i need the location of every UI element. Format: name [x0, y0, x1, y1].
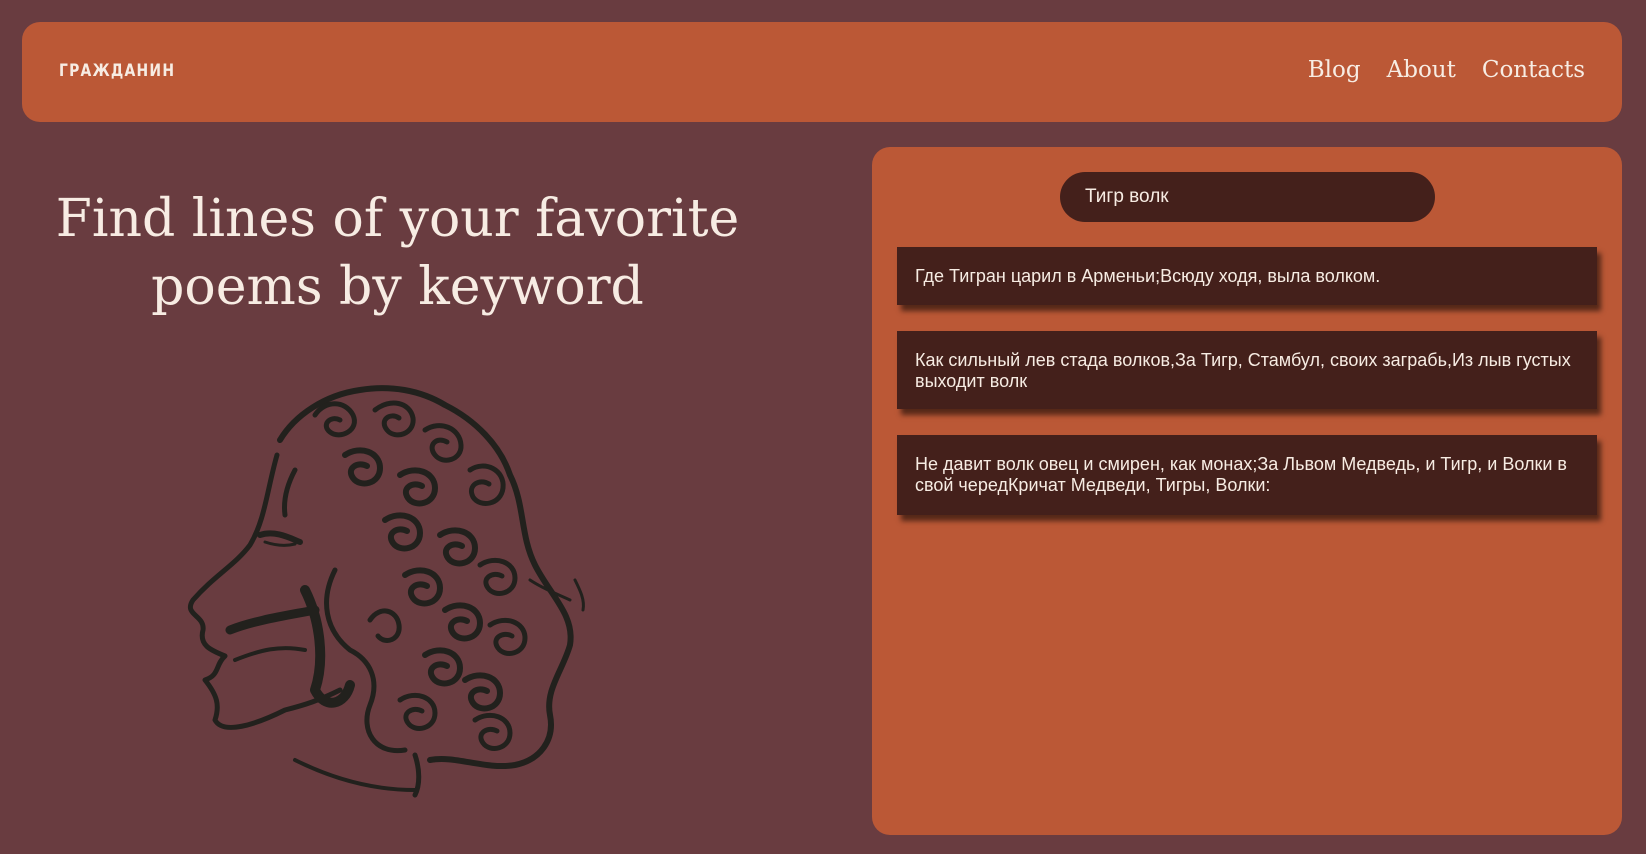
result-text: Не давит волк овец и смирен, как монах;З… — [915, 454, 1567, 495]
main-nav: Blog About Contacts — [1308, 57, 1585, 83]
site-header: ГРАЖДАНИН Blog About Contacts — [22, 22, 1622, 122]
portrait-sketch-icon — [188, 385, 585, 798]
search-panel: Где Тигран царил в Арменьи;Всюду ходя, в… — [872, 147, 1622, 835]
result-card[interactable]: Где Тигран царил в Арменьи;Всюду ходя, в… — [897, 247, 1597, 305]
result-text: Как сильный лев стада волков,За Тигр, Ст… — [915, 350, 1571, 391]
hero-heading-line-1: Find lines of your favorite — [55, 189, 740, 249]
result-text: Где Тигран царил в Арменьи;Всюду ходя, в… — [915, 266, 1381, 286]
result-card[interactable]: Как сильный лев стада волков,За Тигр, Ст… — [897, 331, 1597, 409]
nav-link-contacts[interactable]: Contacts — [1482, 57, 1585, 83]
search-input[interactable] — [1060, 172, 1435, 222]
nav-link-blog[interactable]: Blog — [1308, 57, 1361, 83]
hero-heading-line-2: poems by keyword — [151, 257, 644, 317]
hero-heading: Find lines of your favorite poems by key… — [40, 185, 755, 321]
nav-link-about[interactable]: About — [1387, 57, 1456, 83]
result-card[interactable]: Не давит волк овец и смирен, как монах;З… — [897, 435, 1597, 515]
poet-portrait-image — [175, 360, 625, 800]
site-logo[interactable]: ГРАЖДАНИН — [59, 61, 175, 81]
